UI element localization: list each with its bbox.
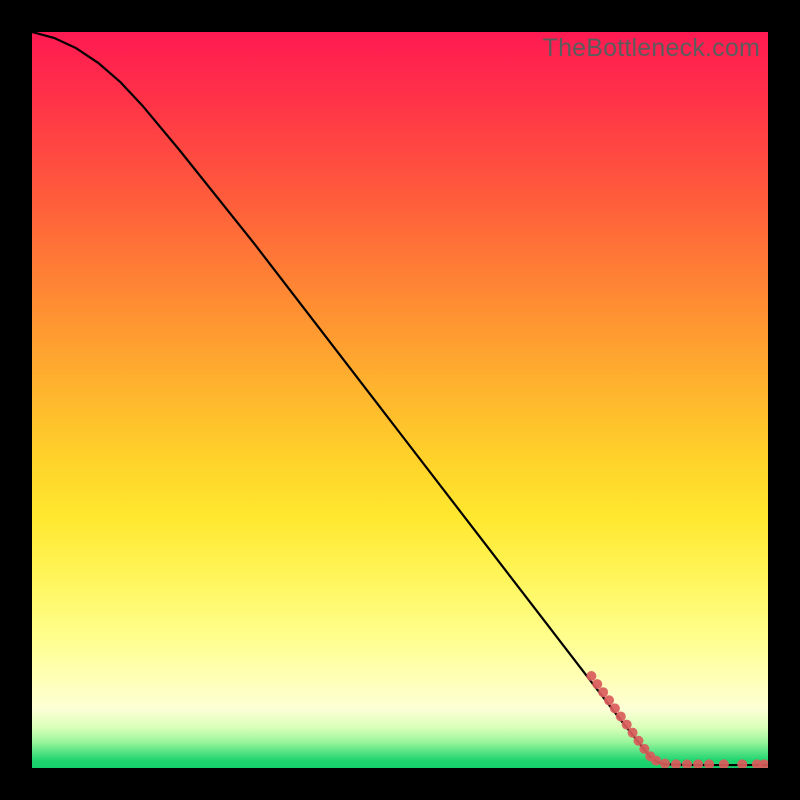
chart-svg	[32, 32, 768, 768]
data-marker	[604, 695, 614, 705]
data-marker	[682, 759, 692, 768]
marker-layer	[586, 671, 768, 768]
chart-stage: TheBottleneck.com	[0, 0, 800, 800]
data-marker	[693, 759, 703, 768]
data-marker	[719, 759, 729, 768]
data-marker	[592, 679, 602, 689]
plot-area: TheBottleneck.com	[32, 32, 768, 768]
data-marker	[704, 759, 714, 768]
data-marker	[610, 703, 620, 713]
bottleneck-curve	[32, 32, 768, 765]
data-marker	[628, 728, 638, 738]
data-marker	[622, 720, 632, 730]
data-marker	[651, 756, 661, 766]
data-marker	[586, 671, 596, 681]
data-marker	[633, 736, 643, 746]
data-marker	[660, 759, 670, 768]
curve-layer	[32, 32, 768, 765]
data-marker	[759, 759, 768, 768]
data-marker	[598, 687, 608, 697]
data-marker	[671, 759, 681, 768]
data-marker	[737, 759, 747, 768]
data-marker	[616, 711, 626, 721]
